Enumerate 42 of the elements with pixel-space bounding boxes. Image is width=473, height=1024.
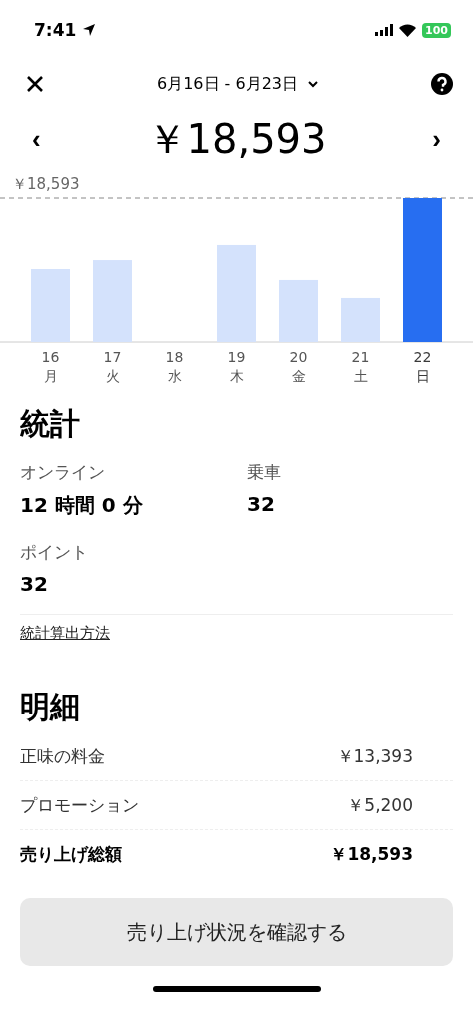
breakdown-label: プロモーション [20,793,139,817]
stat-value: 32 [20,572,49,596]
close-icon[interactable] [26,75,44,93]
bar[interactable] [341,297,380,342]
stat-label: 乗車 [247,461,282,484]
section-title: 明細 [20,688,81,726]
breakdown-label: 売り上げ総額 [20,842,122,866]
day-label: 16 月 [41,349,60,384]
stat-label: オンライン [20,461,106,484]
day-label: 18 水 [165,349,184,384]
bar[interactable] [403,198,442,342]
chevron-down-icon [308,80,318,88]
help-icon[interactable] [431,73,453,95]
breakdown-value: ￥5,200 [347,793,413,817]
stat-label: ポイント [20,541,89,564]
stat-value: 32 [247,492,276,516]
breakdown-value: ￥13,393 [336,744,413,768]
bar[interactable] [93,260,132,342]
wifi-icon [399,23,417,37]
stat-value: 12 時間 0 分 [20,492,144,519]
max-value-label: ￥18,593 [12,175,80,193]
next-button[interactable]: › [428,123,445,155]
earnings-status-button[interactable]: 売り上げ状況を確認する [20,898,453,966]
location-arrow-icon [82,23,97,37]
day-label: 19 木 [227,349,246,384]
breakdown-value: ￥18,593 [330,842,413,866]
clock: 7:41 [34,20,77,40]
day-label: 20 金 [289,349,308,384]
date-range-selector[interactable]: 6月16日 - 6月23日 [157,73,318,95]
signal-icon [375,24,394,36]
total-amount: ￥18,593 [146,114,327,164]
previous-button[interactable]: ‹ [28,123,45,155]
bar[interactable] [279,279,318,342]
battery-level: 100 [422,22,451,38]
stats-method-link[interactable]: 統計算出方法 [20,624,110,642]
day-label: 17 火 [103,349,122,384]
bar[interactable] [31,269,70,342]
bar[interactable] [217,244,256,342]
section-title: 統計 [20,405,81,443]
day-label: 22 日 [413,349,432,384]
day-label: 21 土 [351,349,370,384]
breakdown-label: 正味の料金 [20,744,105,768]
